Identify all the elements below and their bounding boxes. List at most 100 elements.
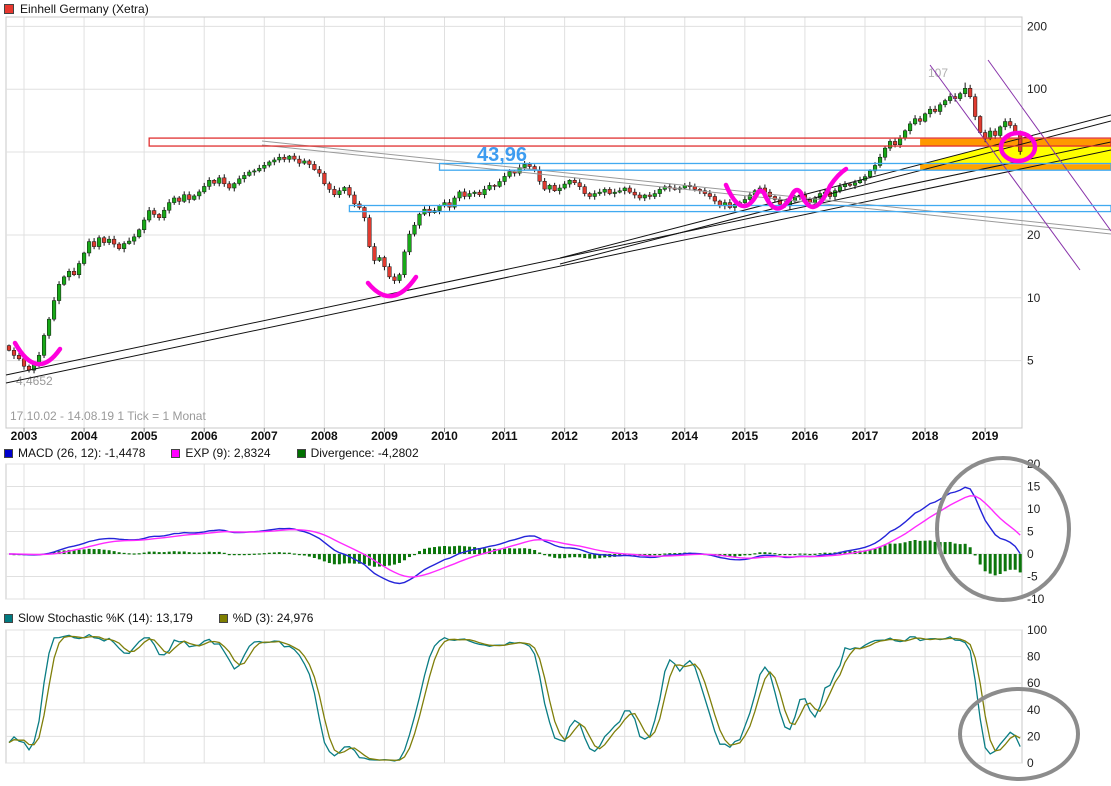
candle-up <box>643 195 647 198</box>
divergence-bar <box>818 553 821 554</box>
candle-up <box>62 277 66 284</box>
titlebar: Einhell Germany (Xetra) <box>4 2 149 16</box>
trendlines <box>6 60 1111 383</box>
candle-down <box>353 195 357 204</box>
candle-up <box>888 141 892 148</box>
legend-item-stochastic-d[interactable]: %D (3): 24,976 <box>219 611 314 625</box>
divergence-bar <box>558 554 561 558</box>
axis-labels: 200100502010520151050-5-1010080604020020… <box>10 19 1047 770</box>
candle-up <box>503 176 507 181</box>
candle-up <box>378 258 382 261</box>
candle-down <box>493 185 497 186</box>
divergence-bar <box>168 552 171 554</box>
divergence-bar <box>944 542 947 554</box>
legend-item-divergence[interactable]: Divergence: -4,2802 <box>297 446 419 460</box>
candle-up <box>303 161 307 163</box>
candle-up <box>593 194 597 197</box>
candle-up <box>948 97 952 101</box>
divergence-bar <box>193 553 196 554</box>
stoch-axis-tick-label: 40 <box>1027 703 1041 717</box>
divergence-bar <box>128 553 131 554</box>
legend-item-exp[interactable]: EXP (9): 2,8324 <box>171 446 270 460</box>
macd-line <box>9 487 1020 583</box>
price-candles <box>7 83 1022 374</box>
candle-up <box>653 194 657 197</box>
candle-down <box>187 195 191 200</box>
divergence-bar <box>273 552 276 554</box>
exp-swatch-icon <box>171 449 180 458</box>
divergence-bar <box>248 554 251 555</box>
divergence-bar <box>153 552 156 554</box>
candle-up <box>47 319 51 335</box>
candle-down <box>308 161 312 164</box>
candle-up <box>87 242 91 253</box>
candle-down <box>227 184 231 188</box>
divergence-bar <box>443 546 446 554</box>
divergence-bar <box>894 544 897 554</box>
stoch-axis-tick-label: 20 <box>1027 729 1041 743</box>
exp-legend-label: EXP (9): 2,8324 <box>185 446 270 460</box>
stoch-axis-tick-label: 0 <box>1027 756 1034 770</box>
candle-up <box>197 192 201 196</box>
divergence-bar <box>808 554 811 555</box>
divergence-bar <box>103 550 106 554</box>
divergence-bar <box>733 554 736 557</box>
divergence-bar <box>798 554 801 555</box>
candle-up <box>838 187 842 191</box>
price-axis-tick-label: 100 <box>1027 82 1047 96</box>
candle-down <box>293 156 297 159</box>
candle-up <box>418 214 422 225</box>
divergence-bar <box>949 542 952 554</box>
candle-up <box>77 264 81 275</box>
candle-down <box>633 192 637 195</box>
divergence-bar <box>313 554 316 558</box>
candle-up <box>127 241 131 243</box>
chart-title: Einhell Germany (Xetra) <box>20 2 149 16</box>
divergence-bar <box>113 551 116 554</box>
candle-up <box>548 185 552 189</box>
candle-up <box>958 94 962 99</box>
divergence-bar <box>328 554 331 563</box>
legend-item-slow-stochastic-k[interactable]: Slow Stochastic %K (14): 13,179 <box>4 611 193 625</box>
candle-up <box>82 253 86 264</box>
candle-up <box>988 131 992 138</box>
candle-down <box>333 189 337 194</box>
chart-canvas[interactable]: 200100502010520151050-5-1010080604020020… <box>0 0 1111 786</box>
candle-down <box>538 170 542 182</box>
candle-up <box>192 196 196 200</box>
candle-down <box>383 258 387 267</box>
stochastic-d-swatch-icon <box>219 614 228 623</box>
legend-item-macd[interactable]: MACD (26, 12): -1,4478 <box>4 446 145 460</box>
divergence-bar <box>879 547 882 554</box>
divergence-bar <box>268 553 271 554</box>
candle-up <box>833 191 837 197</box>
candle-down <box>373 247 377 261</box>
divergence-bar <box>773 553 776 554</box>
stochastic-k-legend-label: Slow Stochastic %K (14): 13,179 <box>18 611 193 625</box>
candle-down <box>393 277 397 281</box>
divergence-bar <box>668 553 671 554</box>
candle-up <box>613 192 617 193</box>
macd-axis-tick-label: -5 <box>1027 570 1038 584</box>
candle-up <box>853 183 857 186</box>
divergence-bar <box>123 553 126 554</box>
divergence-bar <box>138 553 141 554</box>
candle-up <box>878 157 882 165</box>
divergence-bar <box>999 554 1002 574</box>
divergence-bar <box>523 548 526 554</box>
macd-legend-label: MACD (26, 12): -1,4478 <box>18 446 145 460</box>
candle-up <box>508 172 512 177</box>
candle-up <box>338 191 342 195</box>
divergence-bar <box>583 554 586 558</box>
black-trendline <box>6 150 1111 383</box>
divergence-bar <box>1019 554 1022 572</box>
price-axis-tick-label: 200 <box>1027 19 1047 33</box>
candle-up <box>908 124 912 131</box>
divergence-bar <box>823 553 826 554</box>
divergence-bar <box>423 549 426 554</box>
candle-down <box>388 267 392 277</box>
divergence-bar <box>954 544 957 554</box>
black-trendline <box>560 121 1111 264</box>
divergence-bar <box>768 553 771 554</box>
divergence-bar <box>293 553 296 554</box>
